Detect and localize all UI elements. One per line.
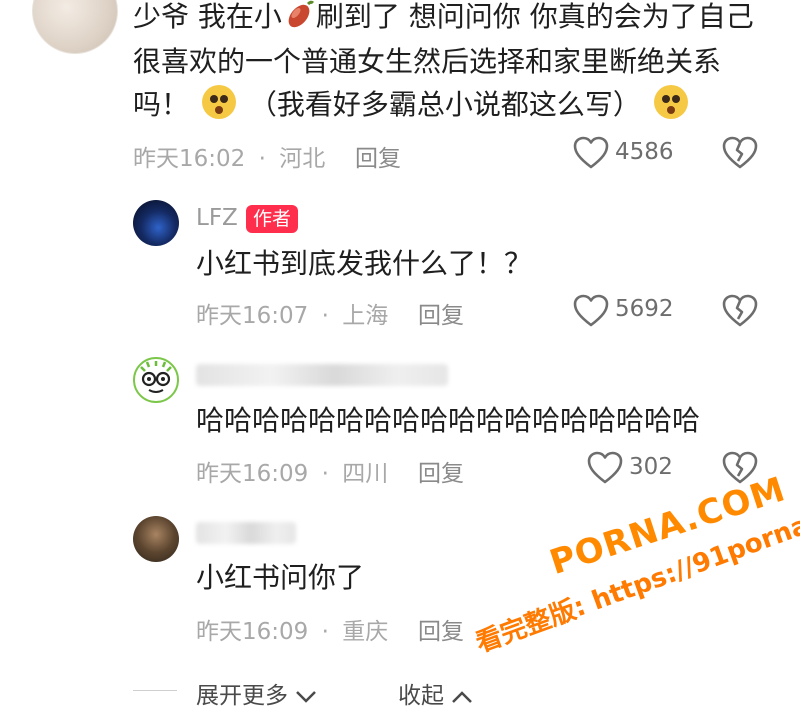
comment-time: 昨天16:09 [196, 461, 309, 487]
author-name[interactable]: LFZ [196, 205, 238, 231]
author-badge: 作者 [246, 205, 299, 233]
chevron-down-icon [295, 684, 317, 710]
reply-button[interactable]: 回复 [355, 139, 401, 173]
comment-meta: 昨天16:07 · 上海 [196, 296, 388, 330]
reply-button[interactable]: 回复 [418, 454, 464, 488]
divider-line [133, 690, 177, 691]
comment-text: 小红书问你了 [196, 561, 365, 594]
reply-button[interactable]: 回复 [418, 296, 464, 330]
avatar-commenter-2[interactable] [133, 357, 179, 403]
heart-outline-icon[interactable] [573, 136, 609, 170]
avatar-commenter-3[interactable] [133, 516, 179, 562]
comment-text: 小红书到底发我什么了！？ [196, 247, 533, 280]
blurred-username [196, 364, 448, 386]
comment-location: 上海 [342, 303, 389, 329]
cartoon-face-icon [137, 361, 175, 399]
comment-text: 哈哈哈哈哈哈哈哈哈哈哈哈哈哈哈哈哈哈 [196, 404, 701, 437]
comment-location: 四川 [342, 461, 389, 487]
comment-text: 吗！ （我看好多霸总小说都这么写） [133, 84, 692, 126]
comment-time: 昨天16:09 [196, 619, 309, 645]
sweet-potato-emoji [284, 0, 314, 30]
collapse-button[interactable]: 收起 [398, 676, 473, 710]
collapse-label: 收起 [398, 683, 444, 709]
meta-separator: · [321, 303, 329, 329]
comment-text: 很喜欢的一个普通女生然后选择和家里断绝关系 [133, 45, 722, 78]
comment-meta: 昨天16:09 · 重庆 [196, 612, 388, 646]
heart-outline-icon[interactable] [587, 451, 623, 485]
comment-meta: 昨天16:09 · 四川 [196, 454, 388, 488]
comment-time: 昨天16:07 [196, 303, 309, 329]
blurred-username [196, 522, 296, 544]
comment-meta: 昨天16:02 · 河北 [133, 139, 325, 173]
comment-location: 重庆 [342, 619, 389, 645]
like-count: 5692 [615, 296, 674, 322]
like-count: 4586 [615, 139, 674, 165]
comment-text: 少爷 我在小 刷到了 想问问你 你真的会为了自己 [133, 0, 754, 33]
meta-separator: · [321, 461, 329, 487]
avatar-author[interactable] [133, 200, 179, 246]
heart-outline-icon[interactable] [573, 294, 609, 328]
like-count: 302 [629, 454, 673, 480]
comment-time: 昨天16:02 [133, 146, 246, 172]
meta-separator: · [258, 146, 266, 172]
broken-heart-icon[interactable] [722, 294, 758, 328]
flushed-face-emoji [201, 85, 236, 119]
flushed-face-emoji [653, 85, 688, 119]
avatar-commenter-1[interactable] [32, 0, 118, 54]
chevron-up-icon [451, 684, 473, 710]
comment-location: 河北 [279, 146, 326, 172]
meta-separator: · [321, 619, 329, 645]
expand-more-button[interactable]: 展开更多 [196, 676, 317, 710]
broken-heart-icon[interactable] [722, 136, 758, 170]
expand-more-label: 展开更多 [196, 683, 288, 709]
reply-button[interactable]: 回复 [418, 612, 464, 646]
